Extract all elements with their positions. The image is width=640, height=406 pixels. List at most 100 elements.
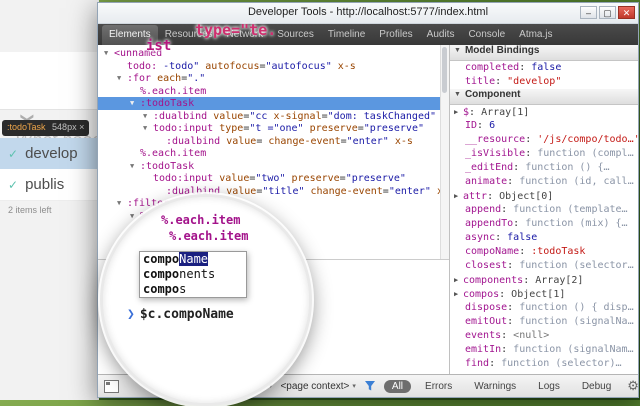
filter-all[interactable]: All <box>383 379 412 393</box>
expand-icon[interactable]: ▶ <box>454 105 463 119</box>
property-key: _isVisible <box>465 148 526 159</box>
property-row[interactable]: __resource: '/js/compo/todo…' <box>450 133 638 147</box>
property-row[interactable]: find: function (selector)… <box>450 357 638 371</box>
tab-audits[interactable]: Audits <box>420 25 462 45</box>
new-todo-input[interactable]: ❯ What needs <box>0 52 111 150</box>
code-token: :todoTask <box>140 98 195 109</box>
property-row[interactable]: emitIn: function (signalNam… <box>450 343 638 357</box>
tree-row[interactable]: :dualbind value="title" change-event="en… <box>98 185 449 198</box>
property-value: function (mix) {… <box>525 218 628 229</box>
property-row[interactable]: animate: function (id, call… <box>450 175 638 189</box>
property-row[interactable]: _isVisible: function (compl… <box>450 147 638 161</box>
tab-console[interactable]: Console <box>461 25 512 45</box>
property-colon: : <box>525 148 538 159</box>
expand-icon[interactable]: ▶ <box>454 273 463 287</box>
property-row[interactable]: _editEnd: function () {… <box>450 161 638 175</box>
title-bar[interactable]: Developer Tools - http://localhost:5777/… <box>98 3 638 24</box>
property-key: emitOut <box>465 316 508 327</box>
console-prompt[interactable]: ❯ $c.compoName <box>127 307 234 322</box>
code-token: "enter" <box>388 185 431 197</box>
tab-atmajs[interactable]: Atma.js <box>512 25 559 45</box>
expand-icon[interactable]: ▶ <box>454 287 463 301</box>
twisty-icon[interactable]: ▼ <box>117 197 127 210</box>
show-console-icon[interactable] <box>104 379 119 393</box>
autocomplete-item[interactable]: compoName <box>140 252 246 267</box>
twisty-icon[interactable]: ▼ <box>104 47 114 60</box>
scrollbar-thumb[interactable] <box>442 47 447 93</box>
maximize-button[interactable]: ▢ <box>599 6 616 19</box>
tab-sources[interactable]: Sources <box>270 25 321 45</box>
typed-prefix: compo <box>143 252 180 266</box>
autocomplete-item[interactable]: components <box>140 267 246 282</box>
code-token: x-signal <box>273 110 322 122</box>
property-value: function (selector… <box>519 260 634 271</box>
property-row[interactable]: ID: 6 <box>450 119 638 133</box>
tree-row[interactable]: %.each.item <box>98 147 449 160</box>
twisty-icon[interactable]: ▼ <box>143 122 153 135</box>
property-row[interactable]: title: "develop" <box>450 75 638 89</box>
tree-row[interactable]: :dualbind value= change-event="enter" x-… <box>98 135 449 148</box>
property-key: title <box>465 76 496 87</box>
property-row[interactable]: ▶ components: Array[2] <box>450 273 638 287</box>
context-select[interactable]: <page context> ▾ <box>280 381 355 392</box>
tree-row[interactable]: todo:input value="two" preserve="preserv… <box>98 172 449 185</box>
tab-timeline[interactable]: Timeline <box>321 25 372 45</box>
twisty-icon[interactable]: ▼ <box>130 160 140 173</box>
section-header[interactable]: ▼ Model Bindings <box>450 45 638 61</box>
todo-item[interactable]: ✓ publis <box>0 169 99 201</box>
property-colon: : <box>507 302 520 313</box>
property-row[interactable]: async: false <box>450 231 638 245</box>
code-token: ="one" <box>267 123 304 134</box>
tab-profiles[interactable]: Profiles <box>372 25 419 45</box>
elements-scrollbar[interactable] <box>440 45 449 259</box>
property-row[interactable]: appendTo: function (mix) {… <box>450 217 638 231</box>
property-row[interactable]: compoName: :todoTask <box>450 245 638 259</box>
twisty-icon[interactable]: ▼ <box>130 97 140 110</box>
property-colon: : <box>489 358 502 369</box>
tree-row[interactable]: %.each.item <box>98 85 449 98</box>
property-row[interactable]: ▶ $: Array[1] <box>450 105 638 119</box>
code-token: %.each.item <box>140 148 207 159</box>
property-row[interactable]: events: <null> <box>450 329 638 343</box>
property-value: '/js/compo/todo…' <box>537 134 638 145</box>
code-token: "preserve" <box>345 173 406 184</box>
filter-funnel-icon[interactable] <box>364 380 376 392</box>
property-row[interactable]: closest: function (selector… <box>450 259 638 273</box>
tree-row[interactable]: ▼:for each="." <box>98 72 449 85</box>
section-header[interactable]: ▼ Component <box>450 89 638 105</box>
tree-row[interactable]: ▼:todoTask <box>98 160 449 173</box>
tree-row[interactable]: ▼:dualbind value="cc x-signal="dom: task… <box>98 110 449 123</box>
close-button[interactable]: ✕ <box>618 6 635 19</box>
property-row[interactable]: append: function (template… <box>450 203 638 217</box>
minimize-button[interactable]: – <box>580 6 597 19</box>
autocomplete-item[interactable]: compos <box>140 282 246 297</box>
property-row[interactable]: emitOut: function (signalNa… <box>450 315 638 329</box>
twisty-icon[interactable]: ▼ <box>117 72 127 85</box>
settings-gear-icon[interactable]: ⚙ <box>627 378 639 394</box>
property-row[interactable]: dispose: function () { disp… <box>450 301 638 315</box>
property-colon: : <box>525 134 538 145</box>
property-colon: : <box>487 191 500 202</box>
filter-warnings[interactable]: Warnings <box>466 380 524 393</box>
filter-debug[interactable]: Debug <box>574 380 619 393</box>
property-key: emitIn <box>465 344 502 355</box>
property-row[interactable]: ▶ compos: Object[1] <box>450 287 638 301</box>
filter-logs[interactable]: Logs <box>530 380 568 393</box>
check-icon[interactable]: ✓ <box>8 178 18 192</box>
magnified-tree-line: %.each.item <box>169 229 249 243</box>
code-token: :dualbind <box>166 135 221 147</box>
property-row[interactable]: completed: false <box>450 61 638 75</box>
tree-row[interactable]: ▼ todo:input type="t ="one" preserve="pre… <box>98 122 449 135</box>
tree-row[interactable]: ▼:todoTask <box>98 97 449 110</box>
filter-errors[interactable]: Errors <box>417 380 460 393</box>
todo-item[interactable]: ✓ develop <box>0 138 99 170</box>
tooltip-dimensions: 548px × <box>52 122 85 132</box>
tree-row[interactable]: ▼:filter <box>98 197 449 210</box>
check-icon[interactable]: ✓ <box>8 147 18 161</box>
expand-icon[interactable]: ▶ <box>454 189 463 203</box>
twisty-icon[interactable]: ▼ <box>143 110 153 123</box>
property-row[interactable]: ▶ attr: Object[0] <box>450 189 638 203</box>
tree-row[interactable]: todo: -todo" autofocus="autofocus" x-s <box>98 60 449 73</box>
